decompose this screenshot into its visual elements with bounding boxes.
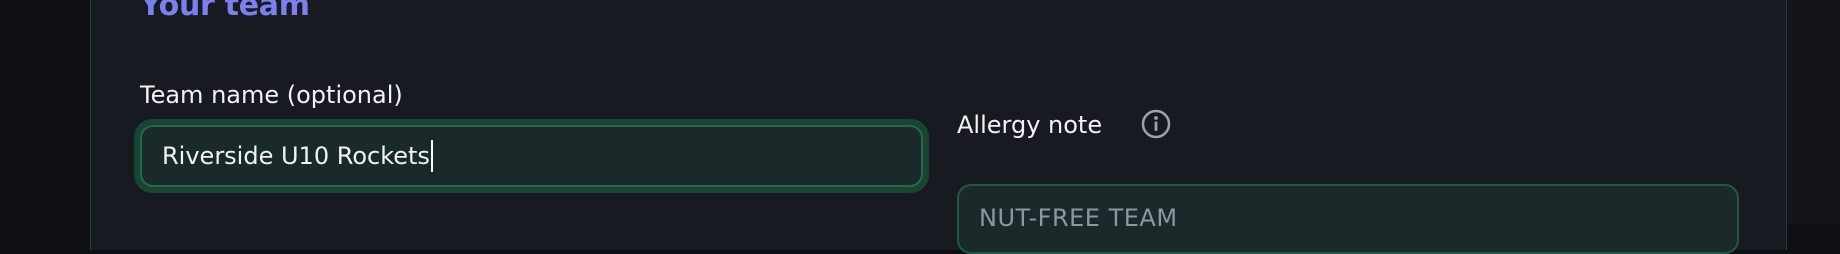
allergy-note-label: Allergy note — [957, 111, 1103, 139]
team-name-input[interactable]: Riverside U10 Rockets — [140, 125, 923, 187]
team-name-label: Team name (optional) — [140, 81, 403, 109]
team-name-value: Riverside U10 Rockets — [162, 142, 430, 170]
info-icon[interactable] — [1141, 109, 1171, 139]
section-title: Your team — [140, 0, 310, 23]
text-caret — [430, 140, 433, 172]
page-background-right — [1788, 0, 1840, 224]
allergy-note-input[interactable]: NUT-FREE TEAM — [957, 184, 1739, 254]
